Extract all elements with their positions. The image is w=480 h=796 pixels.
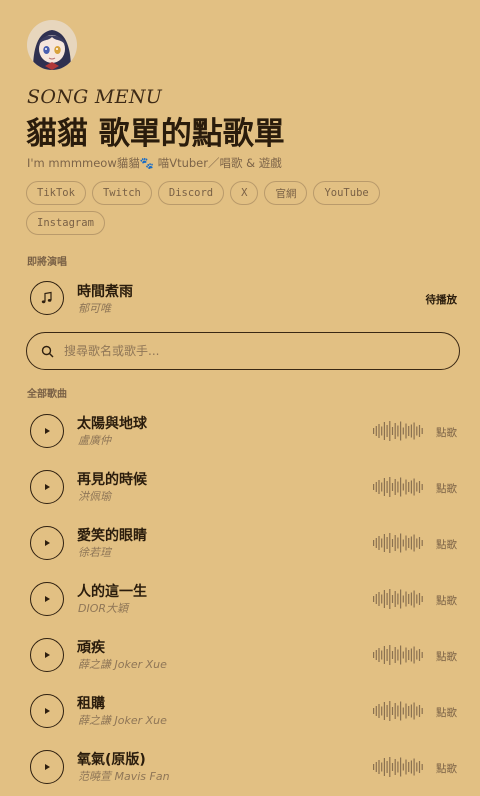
queue-status: 待播放 <box>425 294 458 306</box>
avatar-girl-icon <box>27 20 77 70</box>
request-song-button[interactable]: 點歌 <box>436 537 457 552</box>
menu-eyebrow: SONG MENU <box>27 86 163 108</box>
link-x[interactable]: X <box>230 181 259 205</box>
play-icon <box>45 764 50 770</box>
song-row[interactable]: 氧氣(原版) 范曉萱 Mavis Fan 點歌 <box>0 739 480 795</box>
song-artist: 盧廣仲 <box>78 434 111 447</box>
song-artist: 洪佩瑜 <box>78 490 111 503</box>
search-input[interactable] <box>62 343 426 359</box>
song-row[interactable]: 人的這一生 DIOR大穎 點歌 <box>0 571 480 627</box>
play-button[interactable] <box>30 582 64 616</box>
song-artist: 徐若瑄 <box>78 546 111 559</box>
link-instagram[interactable]: Instagram <box>26 211 105 235</box>
profile-tagline: I'm mmmmeow貓貓🐾 喵Vtuber／唱歌 & 遊戲 <box>27 156 282 170</box>
waveform-icon <box>373 701 423 721</box>
link-twitch[interactable]: Twitch <box>91 181 152 205</box>
song-title: 時間煮雨 <box>77 284 133 300</box>
waveform-icon <box>373 589 423 609</box>
request-song-button[interactable]: 點歌 <box>436 649 457 664</box>
play-icon <box>45 652 50 658</box>
song-artist: 范曉萱 Mavis Fan <box>78 770 170 783</box>
play-icon <box>45 540 50 546</box>
music-note-button[interactable] <box>30 281 64 315</box>
song-row[interactable]: 愛笑的眼睛 徐若瑄 點歌 <box>0 515 480 571</box>
link-official-site[interactable]: 官網 <box>264 181 308 205</box>
play-icon <box>45 484 50 490</box>
all-songs-section-label: 全部歌曲 <box>27 389 67 400</box>
song-artist: DIOR大穎 <box>78 602 129 615</box>
waveform-icon <box>373 645 423 665</box>
play-button[interactable] <box>30 526 64 560</box>
play-button[interactable] <box>30 470 64 504</box>
song-row[interactable]: 頑疾 薛之謙 Joker Xue 點歌 <box>0 627 480 683</box>
request-song-button[interactable]: 點歌 <box>436 593 457 608</box>
link-tiktok[interactable]: TikTok <box>26 181 86 205</box>
song-title: 頑疾 <box>77 640 105 656</box>
upcoming-section-label: 即將演唱 <box>27 257 67 268</box>
request-song-button[interactable]: 點歌 <box>436 705 457 720</box>
play-button[interactable] <box>30 414 64 448</box>
search-box[interactable] <box>26 332 460 370</box>
waveform-icon <box>373 533 423 553</box>
link-discord[interactable]: Discord <box>157 181 225 205</box>
song-title: 太陽與地球 <box>77 416 147 432</box>
search-icon <box>41 345 54 357</box>
play-button[interactable] <box>30 750 64 784</box>
song-title: 再見的時候 <box>77 472 147 488</box>
play-icon <box>45 596 50 602</box>
song-row[interactable]: 太陽與地球 盧廣仲 點歌 <box>0 403 480 459</box>
play-icon <box>45 428 50 434</box>
song-artist: 薛之謙 Joker Xue <box>78 658 167 671</box>
song-title: 人的這一生 <box>77 584 147 600</box>
play-icon <box>45 708 50 714</box>
request-song-button[interactable]: 點歌 <box>436 425 457 440</box>
song-title: 愛笑的眼睛 <box>77 528 147 544</box>
song-title: 租購 <box>77 696 105 712</box>
song-title: 氧氣(原版) <box>77 752 146 768</box>
page-title: 貓貓 歌單的點歌單 <box>26 116 285 152</box>
music-note-icon <box>41 291 52 304</box>
song-row[interactable]: 租購 薛之謙 Joker Xue 點歌 <box>0 683 480 739</box>
play-button[interactable] <box>30 638 64 672</box>
song-artist: 郁可唯 <box>78 302 111 315</box>
avatar <box>27 20 77 70</box>
social-links: TikTok Twitch Discord X 官網 YouTube Insta… <box>26 181 446 235</box>
song-row[interactable]: 再見的時候 洪佩瑜 點歌 <box>0 459 480 515</box>
link-youtube[interactable]: YouTube <box>313 181 380 205</box>
upcoming-song: 時間煮雨 郁可唯 待播放 <box>0 270 480 326</box>
play-button[interactable] <box>30 694 64 728</box>
song-artist: 薛之謙 Joker Xue <box>78 714 167 727</box>
waveform-icon <box>373 421 423 441</box>
request-song-button[interactable]: 點歌 <box>436 761 457 776</box>
waveform-icon <box>373 757 423 777</box>
waveform-icon <box>373 477 423 497</box>
request-song-button[interactable]: 點歌 <box>436 481 457 496</box>
